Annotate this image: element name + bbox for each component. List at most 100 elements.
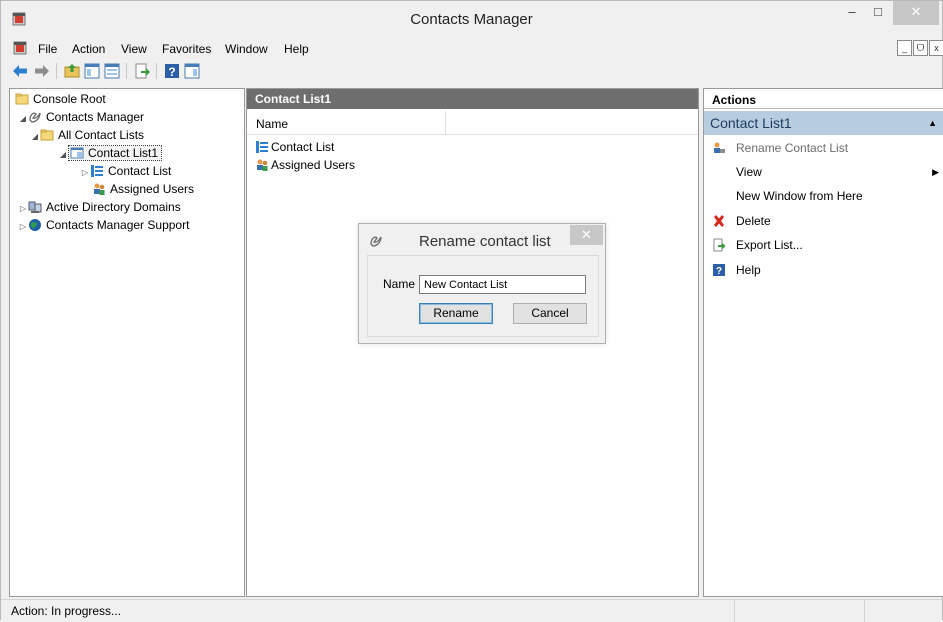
tree-item-contacts-manager[interactable]: ◢ Contacts Manager: [18, 109, 144, 126]
maximize-button[interactable]: □: [865, 1, 891, 25]
minimize-button[interactable]: –: [839, 1, 865, 25]
console-tree-pane[interactable]: Console Root ◢ Contacts Manager ◢ All Cont…: [9, 88, 245, 597]
toolbar-separator: [156, 63, 157, 79]
toolbar-separator: [126, 63, 127, 79]
back-arrow-icon[interactable]: [11, 62, 29, 80]
folder-icon: [15, 93, 29, 105]
column-divider[interactable]: [445, 111, 446, 135]
dialog-body: Name Rename Cancel: [367, 255, 599, 337]
forward-arrow-icon[interactable]: [33, 62, 51, 80]
action-new-window-from-here[interactable]: New Window from Here: [704, 184, 943, 208]
tree-item-all-contact-lists[interactable]: ◢ All Contact Lists: [30, 127, 144, 144]
up-folder-icon[interactable]: [63, 62, 81, 80]
tree-item-label: Assigned Users: [110, 182, 195, 196]
submenu-arrow-icon: ▶: [932, 167, 939, 177]
tree-item-active-directory-domains[interactable]: ▷ Active Directory Domains: [18, 199, 181, 216]
action-label: Help: [736, 263, 761, 277]
tree-item-contact-list[interactable]: ▷ Contact List: [80, 163, 171, 180]
collapse-arrow-icon[interactable]: ◢: [30, 128, 40, 145]
actions-section-contact-list1[interactable]: Contact List1 ▲: [704, 111, 943, 135]
rename-button[interactable]: Rename: [419, 303, 493, 324]
globe-icon: [29, 219, 41, 231]
status-text: Action: In progress...: [11, 604, 122, 618]
action-help[interactable]: ? Help: [704, 258, 943, 282]
show-hide-tree-icon[interactable]: [83, 62, 101, 80]
tree-item-label: Active Directory Domains: [46, 200, 181, 214]
action-view[interactable]: View ▶: [704, 160, 943, 184]
rename-icon: [714, 142, 725, 153]
title-bar: Contacts Manager – □ ✕: [1, 1, 942, 39]
tree-item-assigned-users[interactable]: Assigned Users: [92, 181, 194, 198]
directory-icon: [28, 201, 42, 213]
actions-pane: Actions Contact List1 ▲ Rename Contact L…: [703, 88, 943, 597]
list-icon: [91, 165, 103, 177]
mdi-controls: _ ᗜ x: [897, 40, 943, 58]
tree-item-label: Contacts Manager Support: [46, 218, 190, 232]
list-icon: [256, 141, 268, 153]
close-button[interactable]: ✕: [893, 1, 939, 25]
menu-bar: File Action View Favorites Window Help _…: [1, 39, 943, 59]
action-rename-contact-list[interactable]: Rename Contact List: [704, 136, 943, 160]
action-label: Export List...: [736, 238, 803, 252]
name-input[interactable]: [419, 275, 586, 294]
expand-arrow-icon[interactable]: ▷: [18, 218, 28, 235]
collapse-arrow-icon[interactable]: ◢: [58, 146, 68, 163]
selected-node: Contact List1: [68, 145, 163, 161]
export-list-icon[interactable]: [133, 62, 151, 80]
collapse-caret-icon[interactable]: ▲: [928, 111, 937, 135]
menu-file[interactable]: File: [38, 42, 57, 56]
users-icon: [94, 183, 105, 195]
help-icon: ?: [713, 264, 725, 277]
tree-item-label: Contact List1: [88, 146, 159, 160]
menu-view[interactable]: View: [121, 42, 147, 56]
list-item-contact-list[interactable]: Contact List: [255, 139, 334, 155]
help-icon[interactable]: ?: [163, 62, 181, 80]
collapse-arrow-icon[interactable]: ◢: [18, 110, 28, 127]
action-label: New Window from Here: [736, 189, 863, 203]
show-hide-list-icon[interactable]: [103, 62, 121, 80]
column-header[interactable]: Name: [247, 111, 698, 135]
status-divider: [864, 600, 865, 622]
svg-text:?: ?: [168, 65, 175, 79]
menu-action[interactable]: Action: [72, 42, 105, 56]
folder-icon: [40, 129, 54, 141]
cancel-button[interactable]: Cancel: [513, 303, 587, 324]
action-label: Delete: [736, 214, 771, 228]
dialog-close-button[interactable]: ✕: [570, 225, 603, 245]
menu-favorites[interactable]: Favorites: [162, 42, 211, 56]
show-hide-action-pane-icon[interactable]: [183, 62, 201, 80]
tree-item-contact-list1[interactable]: ◢ Contact List1: [58, 145, 163, 163]
mdi-restore-button[interactable]: ᗜ: [913, 40, 928, 56]
action-delete[interactable]: Delete: [704, 209, 943, 233]
tree-item-label: Contacts Manager: [46, 110, 145, 124]
expand-arrow-icon[interactable]: ▷: [18, 200, 28, 217]
list-item-label: Contact List: [271, 140, 335, 154]
mdi-minimize-button[interactable]: _: [897, 40, 912, 56]
contact-list-icon: [70, 147, 84, 159]
status-bar: Action: In progress...: [1, 599, 942, 622]
toolbar: ?: [1, 59, 942, 83]
tree-item-contacts-manager-support[interactable]: ▷ Contacts Manager Support: [18, 217, 190, 235]
mdi-close-button[interactable]: x: [929, 40, 943, 56]
tree-item-console-root[interactable]: Console Root: [15, 91, 106, 108]
console-icon[interactable]: [13, 41, 27, 55]
dialog-title: Rename contact list: [419, 233, 551, 250]
expand-arrow-icon[interactable]: ▷: [80, 164, 90, 181]
list-pane-title: Contact List1: [247, 89, 698, 109]
rename-contact-list-dialog: Rename contact list ✕ Name Rename Cancel: [358, 223, 606, 344]
delete-icon: [714, 215, 724, 227]
list-item-assigned-users[interactable]: Assigned Users: [255, 157, 355, 173]
tree-item-label: Console Root: [33, 92, 106, 106]
contacts-manager-icon: [29, 112, 41, 123]
menu-help[interactable]: Help: [284, 42, 309, 56]
tree-item-label: Contact List: [108, 164, 172, 178]
menu-window[interactable]: Window: [225, 42, 268, 56]
contacts-manager-window: Contacts Manager – □ ✕ File Action View …: [0, 0, 943, 622]
export-icon: [713, 238, 726, 252]
contacts-manager-icon: [370, 236, 382, 247]
window-title: Contacts Manager: [410, 11, 533, 28]
column-header-name[interactable]: Name: [256, 117, 288, 131]
actions-section-label: Contact List1: [710, 115, 792, 131]
action-export-list[interactable]: Export List...: [704, 233, 943, 257]
users-icon: [257, 159, 268, 171]
